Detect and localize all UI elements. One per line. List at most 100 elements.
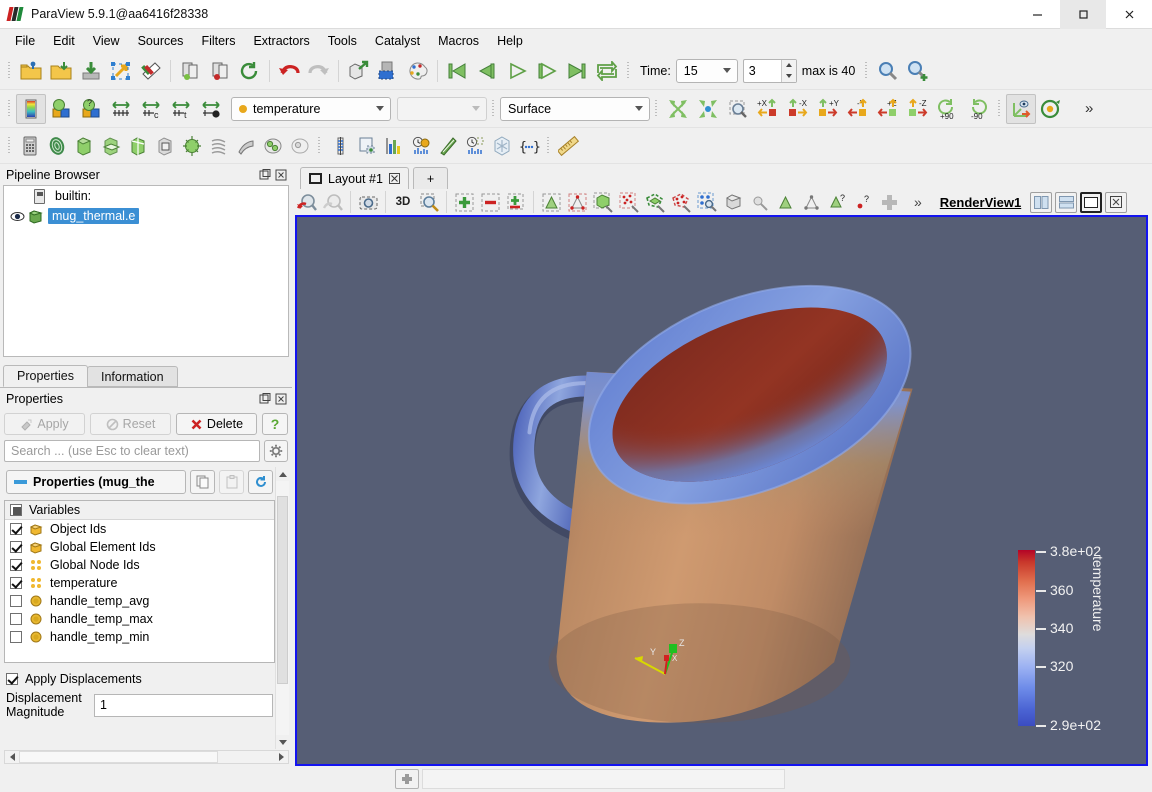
close-panel-icon[interactable] <box>274 392 288 406</box>
menu-catalyst[interactable]: Catalyst <box>366 31 429 51</box>
edit-color-palette-icon[interactable] <box>403 56 433 86</box>
scroll-right-icon[interactable] <box>274 751 288 763</box>
camera-plus-x-icon[interactable]: +X <box>753 94 783 124</box>
toolbar-grip[interactable] <box>996 98 1003 120</box>
search-input[interactable]: Search ... (use Esc to clear text) <box>4 440 260 462</box>
hover-points-icon[interactable] <box>746 190 772 214</box>
threshold-icon[interactable] <box>124 131 151 161</box>
time-value-combo[interactable]: 15 <box>675 58 738 83</box>
clip-icon[interactable] <box>70 131 97 161</box>
cells-query-icon[interactable]: ? <box>824 190 850 214</box>
variable-row[interactable]: handle_temp_min <box>5 628 274 646</box>
variable-row[interactable]: Object Ids <box>5 520 274 538</box>
visibility-eye-icon[interactable] <box>6 211 28 222</box>
variables-header[interactable]: Variables <box>5 501 274 520</box>
toolbar-grip[interactable] <box>653 98 660 120</box>
play-icon[interactable] <box>502 56 532 86</box>
variable-checkbox[interactable] <box>10 613 22 625</box>
toolbar-grip[interactable] <box>545 135 552 157</box>
apply-button[interactable]: Apply <box>4 413 85 435</box>
zoom-to-data-add-icon[interactable] <box>903 56 933 86</box>
properties-group-header[interactable]: Properties (mug_the <box>6 470 186 494</box>
redo-icon[interactable] <box>304 56 334 86</box>
add-selection-icon[interactable] <box>451 190 477 214</box>
show-orientation-axes-icon[interactable] <box>1006 93 1036 124</box>
subtract-selection-icon[interactable] <box>477 190 503 214</box>
vector-component-combo[interactable] <box>397 96 487 121</box>
menu-edit[interactable]: Edit <box>44 31 84 51</box>
tab-properties[interactable]: Properties <box>3 365 88 387</box>
layout-tab-close-icon[interactable] <box>388 173 400 184</box>
render-view[interactable]: Y Z X 3.8e+02 360 340 320 2.9e+02 temper… <box>295 215 1148 766</box>
close-panel-icon[interactable] <box>274 168 288 182</box>
scroll-down-icon[interactable] <box>276 735 289 749</box>
toggle-selection-icon[interactable] <box>503 190 529 214</box>
close-view-button[interactable] <box>1105 191 1128 213</box>
select-points-polygon-icon[interactable] <box>668 190 694 214</box>
previous-frame-icon[interactable] <box>472 56 502 86</box>
toolbar-grip[interactable] <box>6 98 13 120</box>
toolbar-grip[interactable] <box>863 60 870 82</box>
undo-icon[interactable] <box>274 56 304 86</box>
warp-icon[interactable] <box>232 131 259 161</box>
variable-checkbox[interactable] <box>10 577 22 589</box>
scroll-track[interactable] <box>19 751 274 763</box>
maximize-view-button[interactable] <box>1080 191 1103 213</box>
zoom-to-selection-icon[interactable] <box>693 94 723 124</box>
points-query-icon[interactable]: ? <box>850 190 876 214</box>
apply-displacements-checkbox[interactable] <box>6 673 18 685</box>
spin-up-icon[interactable] <box>782 60 796 71</box>
view-toolbar-overflow-button[interactable]: » <box>902 194 934 210</box>
displacement-magnitude-input[interactable]: 1 <box>94 693 273 717</box>
interaction-redo-icon[interactable] <box>320 190 346 214</box>
delete-button[interactable]: Delete <box>176 413 257 435</box>
menu-file[interactable]: File <box>6 31 44 51</box>
open-file-icon[interactable] <box>16 56 46 86</box>
camera-plus-y-icon[interactable]: +Y <box>813 94 843 124</box>
variables-list[interactable]: Variables Object Ids Global Element Ids … <box>4 500 275 663</box>
interaction-mode-3d-button[interactable]: 3D <box>390 190 416 214</box>
variable-row[interactable]: Global Node Ids <box>5 556 274 574</box>
frame-index-spinbox[interactable]: 3 <box>742 58 797 83</box>
camera-minus-y-icon[interactable]: -Y <box>843 94 873 124</box>
zoom-to-data-icon[interactable] <box>873 56 903 86</box>
camera-snapshot-icon[interactable] <box>355 190 381 214</box>
undock-icon[interactable] <box>258 392 272 406</box>
undock-icon[interactable] <box>258 168 272 182</box>
invert-color-map-icon[interactable] <box>196 94 226 124</box>
show-center-of-rotation-icon[interactable] <box>1036 94 1066 124</box>
save-data-icon[interactable] <box>76 56 106 86</box>
layout-tab[interactable]: Layout #1 <box>300 167 409 189</box>
menu-macros[interactable]: Macros <box>429 31 488 51</box>
interaction-undo-icon[interactable] <box>294 190 320 214</box>
variable-checkbox[interactable] <box>10 595 22 607</box>
paste-properties-button[interactable] <box>219 470 244 494</box>
menu-sources[interactable]: Sources <box>129 31 193 51</box>
ruler-icon[interactable] <box>555 131 582 161</box>
grow-selection-icon[interactable] <box>876 190 902 214</box>
reset-camera-icon[interactable] <box>663 94 693 124</box>
split-vertical-button[interactable] <box>1055 191 1078 213</box>
properties-vertical-scrollbar[interactable] <box>275 467 289 749</box>
select-cells-tooltip-icon[interactable] <box>772 190 798 214</box>
zoom-to-box-icon[interactable] <box>723 94 753 124</box>
scroll-thumb[interactable] <box>277 496 288 685</box>
minimize-button[interactable] <box>1014 0 1060 29</box>
apply-displacements-row[interactable]: Apply Displacements <box>4 669 275 689</box>
color-array-combo[interactable]: temperature <box>231 96 391 121</box>
first-frame-icon[interactable] <box>442 56 472 86</box>
variable-checkbox[interactable] <box>10 541 22 553</box>
select-cells-surface-icon[interactable] <box>538 190 564 214</box>
spreadsheet-view-icon[interactable] <box>326 131 353 161</box>
select-cells-polygon-icon[interactable] <box>642 190 668 214</box>
stream-tracer-icon[interactable] <box>205 131 232 161</box>
camera-undo-redo-icon[interactable] <box>343 56 373 86</box>
variable-checkbox[interactable] <box>10 523 22 535</box>
python-shell-icon[interactable] <box>488 131 515 161</box>
menu-extractors[interactable]: Extractors <box>244 31 318 51</box>
select-color-map-icon[interactable] <box>373 56 403 86</box>
split-horizontal-button[interactable] <box>1030 191 1053 213</box>
orientation-axes-widget[interactable]: Y Z X <box>629 634 695 682</box>
macros-icon[interactable]: { } <box>515 131 542 161</box>
tab-information[interactable]: Information <box>86 366 178 387</box>
